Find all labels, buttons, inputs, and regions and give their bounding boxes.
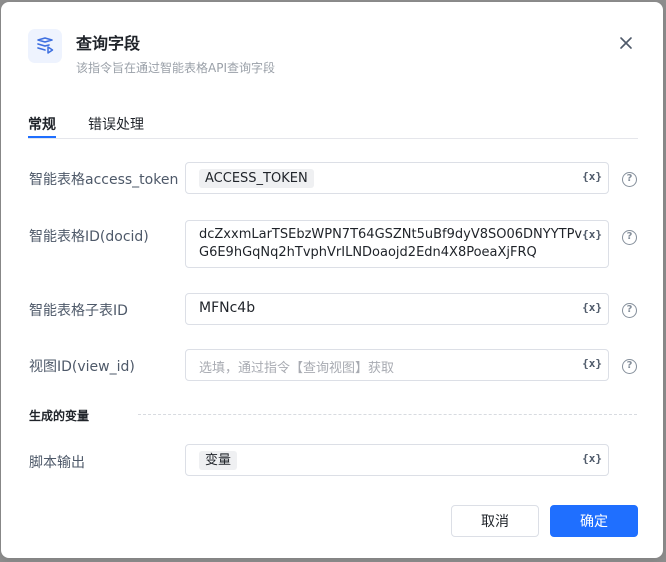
section-divider <box>138 414 637 415</box>
view-id-label: 视图ID(view_id) <box>29 359 135 375</box>
generated-variables-heading: 生成的变量 <box>29 409 90 423</box>
insert-variable-button[interactable]: {x} <box>582 357 602 370</box>
insert-variable-button[interactable]: {x} <box>582 452 602 465</box>
tab-bar: 常规 错误处理 <box>28 112 638 139</box>
help-icon[interactable]: ? <box>622 359 637 374</box>
access-token-label: 智能表格access_token <box>29 172 179 188</box>
dialog-title: 查询字段 <box>76 34 141 53</box>
query-fields-dialog: 查询字段 该指令旨在通过智能表格API查询字段 常规 错误处理 智能表格acce… <box>1 2 663 558</box>
confirm-button[interactable]: 确定 <box>550 505 638 537</box>
script-output-variable-tag[interactable]: 变量 <box>199 451 238 470</box>
view-id-field[interactable]: 选填，通过指令【查询视图】获取 {x} <box>185 349 609 381</box>
insert-variable-button[interactable]: {x} <box>582 301 602 314</box>
access-token-variable-tag[interactable]: ACCESS_TOKEN <box>199 169 314 188</box>
active-tab-indicator <box>28 136 56 138</box>
tab-general[interactable]: 常规 <box>28 114 56 134</box>
view-id-placeholder: 选填，通过指令【查询视图】获取 <box>199 361 395 376</box>
docid-label: 智能表格ID(docid) <box>29 229 149 245</box>
sheet-id-value: MFNc4b <box>199 300 256 316</box>
table-query-icon <box>28 29 62 63</box>
dialog-subtitle: 该指令旨在通过智能表格API查询字段 <box>76 61 275 75</box>
docid-field[interactable]: dcZxxmLarTSEbzWPN7T64GSZNt5uBf9dyV8SO06D… <box>185 220 609 268</box>
help-icon[interactable]: ? <box>622 303 637 318</box>
insert-variable-button[interactable]: {x} <box>582 228 602 241</box>
sheet-id-field[interactable]: MFNc4b {x} <box>185 293 609 325</box>
script-output-field[interactable]: 变量 {x} <box>185 444 609 476</box>
access-token-field[interactable]: ACCESS_TOKEN {x} <box>185 162 609 194</box>
cancel-button[interactable]: 取消 <box>451 505 539 537</box>
script-output-label: 脚本输出 <box>29 455 85 471</box>
sheet-id-label: 智能表格子表ID <box>29 303 128 319</box>
insert-variable-button[interactable]: {x} <box>582 170 602 183</box>
help-icon[interactable]: ? <box>622 230 637 245</box>
tab-error-handling[interactable]: 错误处理 <box>88 114 144 134</box>
docid-value: dcZxxmLarTSEbzWPN7T64GSZNt5uBf9dyV8SO06D… <box>199 227 583 260</box>
help-icon[interactable]: ? <box>622 172 637 187</box>
close-icon[interactable] <box>615 32 637 54</box>
